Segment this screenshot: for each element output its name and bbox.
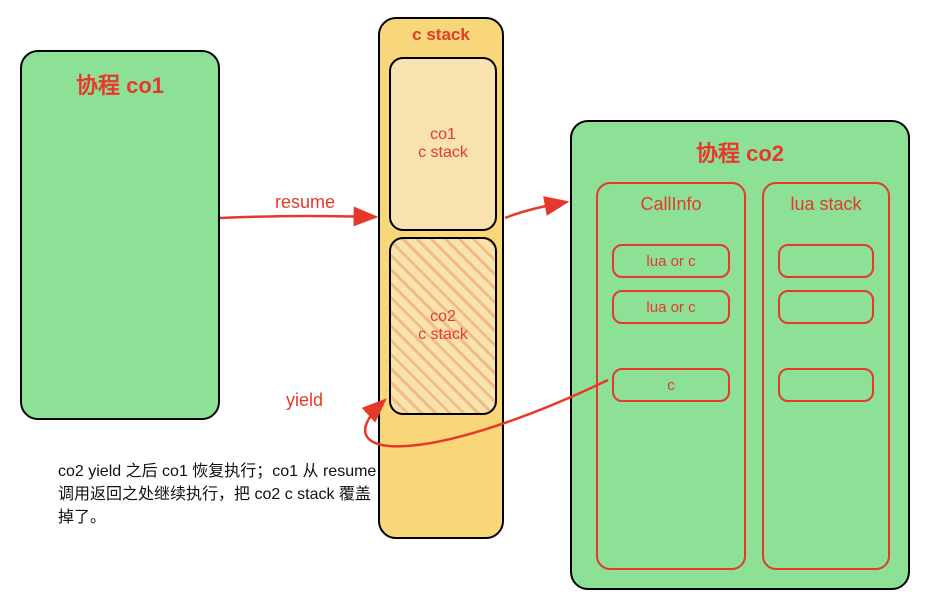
- resume-arrow-left: [220, 216, 376, 218]
- callinfo-slot-0: lua or c: [612, 244, 730, 278]
- co2-box: 协程 co2 CallInfo lua or c lua or c c lua …: [570, 120, 910, 590]
- c-stack-column: c stack co1 c stack co2 c stack: [378, 17, 504, 539]
- co1-c-stack-block: co1 c stack: [389, 57, 497, 231]
- callinfo-slot-1: lua or c: [612, 290, 730, 324]
- co1-title: 协程 co1: [22, 68, 218, 100]
- luastack-slot-1: [778, 290, 874, 324]
- resume-label: resume: [275, 192, 335, 213]
- resume-arrow-right: [505, 202, 567, 218]
- yield-label: yield: [286, 390, 323, 411]
- co2-c-stack-block: co2 c stack: [389, 237, 497, 415]
- luastack-slot-0: [778, 244, 874, 278]
- callinfo-slot-2: c: [612, 368, 730, 402]
- c-stack-title: c stack: [380, 25, 502, 45]
- co2-title: 协程 co2: [572, 136, 908, 168]
- callinfo-frame: CallInfo lua or c lua or c c: [596, 182, 746, 570]
- callinfo-header: CallInfo: [598, 194, 744, 215]
- luastack-slot-2: [778, 368, 874, 402]
- co1-box: 协程 co1: [20, 50, 220, 420]
- luastack-frame: lua stack: [762, 182, 890, 570]
- diagram-caption: co2 yield 之后 co1 恢复执行；co1 从 resume 调用返回之…: [58, 460, 378, 530]
- luastack-header: lua stack: [764, 194, 888, 215]
